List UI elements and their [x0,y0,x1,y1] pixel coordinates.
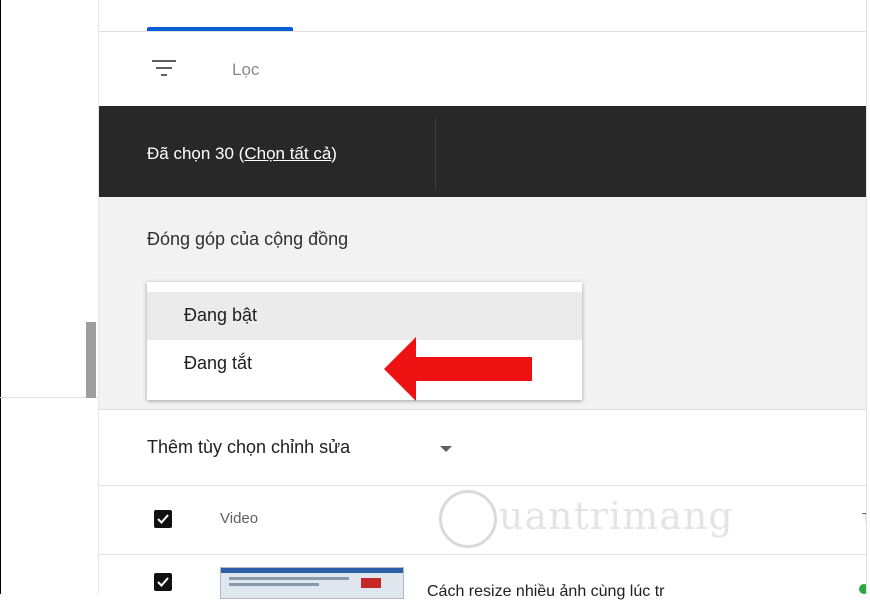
check-icon [157,514,169,524]
filter-label[interactable]: Lọc [232,60,259,80]
watermark: uantrimang [439,484,769,554]
more-edit-options-label[interactable]: Thêm tùy chọn chỉnh sửa [147,437,350,458]
dropdown-option-on[interactable]: Đang bật [147,292,582,340]
video-thumbnail[interactable] [220,567,404,599]
check-icon [157,577,169,587]
column-header-video[interactable]: Video [220,510,258,527]
video-title[interactable]: Cách resize nhiều ảnh cùng lúc tr [427,583,664,601]
scrollbar-thumb[interactable] [86,322,96,398]
red-arrow-annotation [384,337,532,401]
main-content: Lọc Đã chọn 30 (Chọn tất cả) Đóng góp củ… [99,0,870,600]
right-frame [866,0,870,594]
select-all-link[interactable]: Chọn tất cả [244,144,331,163]
left-frame [0,0,99,594]
panel-title: Đóng góp của cộng đồng [147,229,349,249]
filter-list-icon[interactable] [152,60,176,78]
option-label: Đang tắt [184,353,253,373]
selection-bar: Đã chọn 30 (Chọn tất cả) [99,106,866,197]
watermark-text: uantrimang [499,494,734,538]
selection-suffix: ) [331,144,337,163]
selection-prefix: Đã chọn 30 ( [147,144,245,163]
left-divider [0,397,98,398]
selection-bar-separator [435,118,436,190]
filter-bar[interactable]: Lọc [99,32,866,106]
row-checkbox[interactable] [154,573,172,591]
selection-count: Đã chọn 30 (Chọn tất cả) [147,144,337,164]
more-edit-options[interactable]: Thêm tùy chọn chỉnh sửa [99,409,866,486]
select-all-checkbox[interactable] [154,510,172,528]
watermark-logo-icon [439,490,497,548]
left-border-line [0,0,9,594]
option-label: Đang bật [184,305,258,325]
table-row[interactable]: Cách resize nhiều ảnh cùng lúc tr [99,555,869,600]
caret-down-icon[interactable] [440,446,452,452]
